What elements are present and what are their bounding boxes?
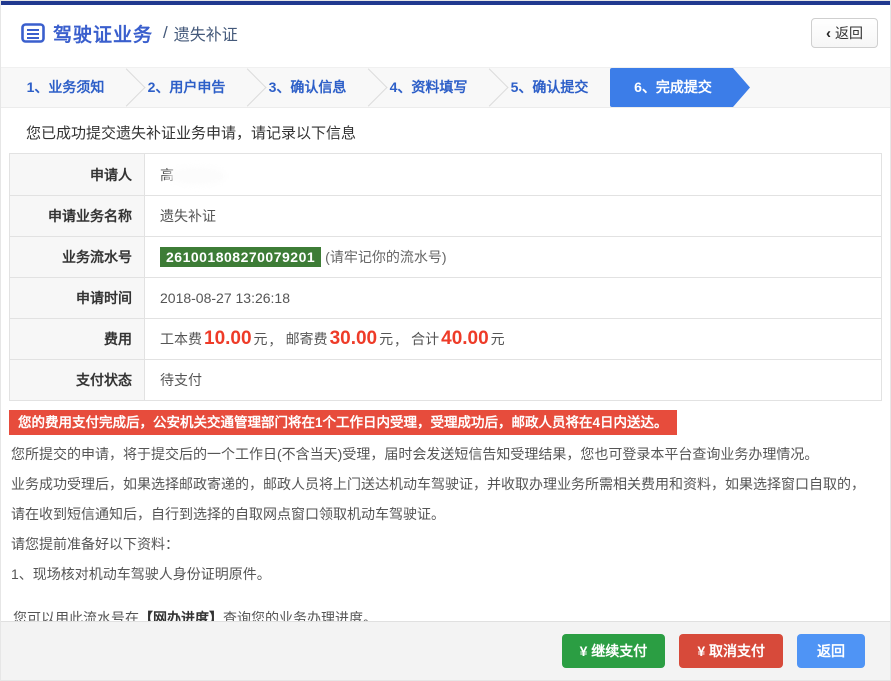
page-title: 驾驶证业务 xyxy=(53,24,154,46)
step-4-fill-materials: 4、资料填写 xyxy=(368,68,489,107)
instruction-paragraph: 1、现场核对机动车驾驶人身份证明原件。 xyxy=(11,566,271,582)
table-row-fee: 费用 工本费 10.00 元 ， 邮寄费 30.00 元 ， 合计 40.00 … xyxy=(10,318,881,359)
step-2-user-declaration: 2、用户申告 xyxy=(126,68,247,107)
instructions: 您所提交的申请，将于提交后的一个工作日(不含当天)受理，届时会发送短信告知受理结… xyxy=(9,437,882,633)
action-footer: ¥ 继续支付 ¥ 取消支付 返回 xyxy=(1,621,890,680)
instruction-paragraph: 您所提交的申请，将于提交后的一个工作日(不含当天)受理，届时会发送短信告知受理结… xyxy=(11,446,819,462)
cancel-payment-button[interactable]: ¥ 取消支付 xyxy=(679,634,783,668)
header-back-button[interactable]: ‹ 返回 xyxy=(811,18,878,48)
fee-total-label: 合计 xyxy=(411,331,440,347)
table-row-applicant: 申请人 高 xyxy=(10,154,881,195)
apply-time-value: 2018-08-27 13:26:18 xyxy=(145,278,881,318)
payment-status-value: 待支付 xyxy=(145,360,881,400)
step-1-business-notice: 1、业务须知 xyxy=(5,68,126,107)
fee-total-unit: 元 xyxy=(490,331,505,347)
table-row-apply-time: 申请时间 2018-08-27 13:26:18 xyxy=(10,277,881,318)
business-name-value: 遗失补证 xyxy=(145,196,881,236)
step-6-complete-submit: 6、完成提交 xyxy=(610,68,750,107)
fee-item2-amount: 30.00 xyxy=(329,328,378,349)
application-info-table: 申请人 高 申请业务名称 遗失补证 业务流水号 2610018082700792… xyxy=(9,153,882,401)
main-content: 您已成功提交遗失补证业务申请，请记录以下信息 申请人 高 申请业务名称 遗失补证… xyxy=(1,108,890,633)
chevron-left-icon: ‹ xyxy=(826,24,831,42)
header-back-label: 返回 xyxy=(835,25,863,41)
serial-number-value: 261001808270079201 (请牢记你的流水号) xyxy=(145,237,881,277)
step-3-confirm-info: 3、确认信息 xyxy=(247,68,368,107)
payment-status-label: 支付状态 xyxy=(10,360,145,400)
page-header: 驾驶证业务 / 遗失补证 ‹ 返回 xyxy=(1,5,890,61)
license-list-icon xyxy=(21,23,45,43)
fee-total-amount: 40.00 xyxy=(441,328,489,349)
breadcrumb-current: 遗失补证 xyxy=(173,27,238,44)
fee-item1-unit: 元 xyxy=(253,331,268,347)
fee-label: 费用 xyxy=(10,319,145,359)
business-name-label: 申请业务名称 xyxy=(10,196,145,236)
return-button[interactable]: 返回 xyxy=(797,634,865,668)
table-row-serial-number: 业务流水号 261001808270079201 (请牢记你的流水号) xyxy=(10,236,881,277)
success-message: 您已成功提交遗失补证业务申请，请记录以下信息 xyxy=(26,125,357,142)
payment-notice-banner: 您的费用支付完成后，公安机关交通管理部门将在1个工作日内受理，受理成功后，邮政人… xyxy=(9,410,677,435)
serial-number-label: 业务流水号 xyxy=(10,237,145,277)
fee-item2-label: 邮寄费 xyxy=(285,331,328,347)
table-row-payment-status: 支付状态 待支付 xyxy=(10,359,881,400)
serial-number-badge: 261001808270079201 xyxy=(160,247,322,267)
continue-payment-button[interactable]: ¥ 继续支付 xyxy=(561,634,666,668)
fee-item1-label: 工本费 xyxy=(160,331,202,347)
applicant-label: 申请人 xyxy=(10,154,145,195)
step-5-confirm-submit: 5、确认提交 xyxy=(510,79,589,95)
instruction-paragraph: 请您提前准备好以下资料： xyxy=(11,536,179,552)
applicant-value: 高 xyxy=(145,154,881,195)
redaction-blur xyxy=(168,166,226,185)
breadcrumb-separator: / xyxy=(163,23,168,42)
instruction-paragraph: 业务成功受理后，如果选择邮政寄递的，邮政人员将上门送达机动车驾驶证，并收取办理业… xyxy=(11,476,865,522)
table-row-business-name: 申请业务名称 遗失补证 xyxy=(10,195,881,236)
fee-value: 工本费 10.00 元 ， 邮寄费 30.00 元 ， 合计 40.00 元 xyxy=(145,319,881,359)
apply-time-label: 申请时间 xyxy=(10,278,145,318)
fee-item2-unit: 元 xyxy=(379,331,394,347)
fee-item1-amount: 10.00 xyxy=(204,328,252,349)
step-progress-bar: 1、业务须知 2、用户申告 3、确认信息 4、资料填写 5、确认提交 6、完成提… xyxy=(1,67,890,108)
serial-number-note: (请牢记你的流水号) xyxy=(325,249,447,265)
